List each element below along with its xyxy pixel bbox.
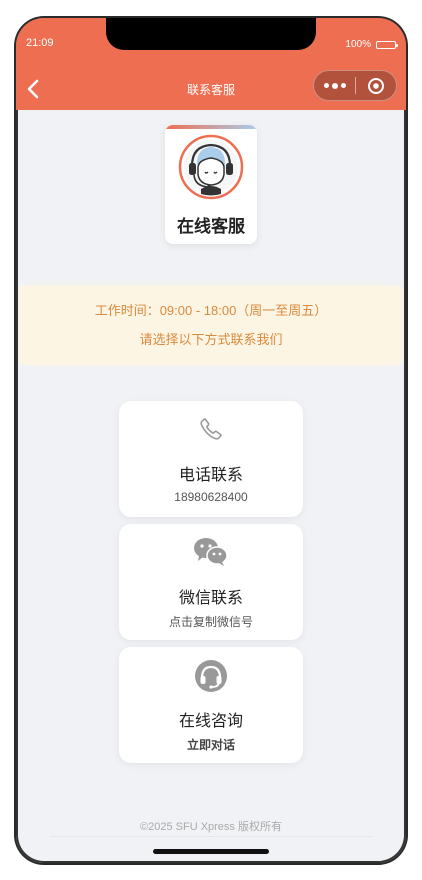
working-hours-text: 工作时间：09:00 - 18:00（周一至周五） [94, 303, 328, 318]
phone-contact-card[interactable]: 电话联系 18980628400 [119, 401, 303, 517]
contact-hint-text: 请选择以下方式联系我们 [139, 332, 283, 347]
logo-card-accent [165, 125, 257, 129]
working-hours-notice: 工作时间：09:00 - 18:00（周一至周五） 请选择以下方式联系我们 [19, 285, 403, 365]
close-button[interactable] [356, 71, 396, 100]
mini-program-capsule [313, 70, 397, 101]
battery-icon [376, 40, 398, 49]
phone-contact-title: 电话联系 [178, 467, 243, 484]
start-chat-text: 立即对话 [186, 738, 235, 752]
wechat-contact-title: 微信联系 [178, 590, 243, 607]
online-chat-card[interactable]: 在线咨询 立即对话 [119, 647, 303, 763]
wechat-icon [119, 537, 303, 567]
status-right: 100% [345, 39, 398, 50]
header-bar: 21:09 100% 联系客服 [16, 18, 406, 110]
footer-divider [50, 836, 372, 837]
device-notch [106, 18, 316, 50]
wechat-copy-hint: 点击复制微信号 [168, 615, 253, 629]
logo-title: 在线客服 [177, 217, 245, 236]
wechat-contact-card[interactable]: 微信联系 点击复制微信号 [119, 524, 303, 640]
more-dots-icon [323, 82, 346, 89]
phone-screen: 21:09 100% 联系客服 在线客服 工作时间：09:00 - 18:00（… [16, 18, 406, 863]
home-indicator [153, 849, 269, 854]
target-circle-icon [367, 77, 384, 94]
headset-icon [119, 659, 303, 693]
phone-icon [119, 417, 303, 441]
status-time: 21:09 [26, 37, 54, 49]
more-button[interactable] [314, 71, 355, 100]
phone-number: 18980628400 [174, 490, 248, 504]
online-chat-title: 在线咨询 [178, 713, 243, 730]
logo-card: 在线客服 [165, 125, 257, 244]
battery-percent: 100% [345, 39, 371, 50]
customer-service-avatar-icon [178, 134, 244, 200]
footer-copyright: ©2025 SFU Xpress 版权所有 [140, 821, 282, 833]
